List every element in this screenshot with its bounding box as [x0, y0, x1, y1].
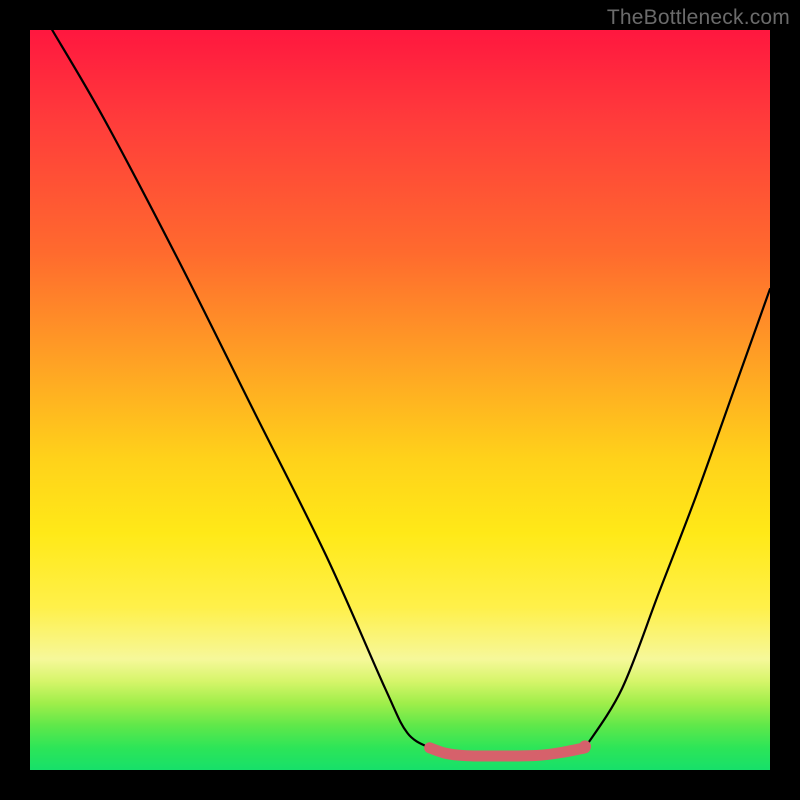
series-flat-bottom — [430, 748, 585, 756]
chart-stage: TheBottleneck.com — [0, 0, 800, 800]
marker-right-dot — [579, 740, 591, 752]
chart-plot-area — [30, 30, 770, 770]
chart-svg — [30, 30, 770, 770]
chart-series-group — [52, 30, 770, 756]
watermark-text: TheBottleneck.com — [607, 6, 790, 30]
series-right-branch — [585, 289, 770, 748]
series-left-branch — [52, 30, 429, 748]
